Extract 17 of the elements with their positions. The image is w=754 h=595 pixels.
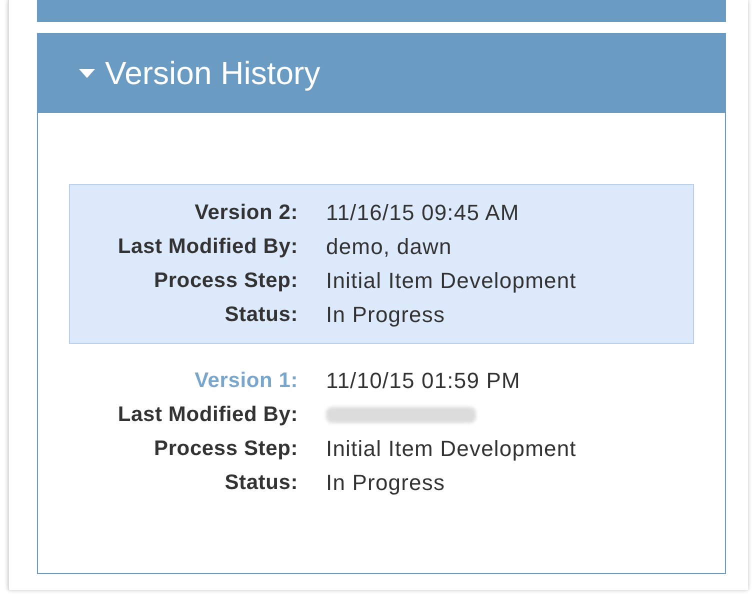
field-value: 11/10/15 01:59 PM bbox=[326, 368, 520, 394]
field-value: 11/16/15 09:45 AM bbox=[326, 200, 520, 226]
field-value: In Progress bbox=[326, 302, 446, 328]
version-label: Version 2: bbox=[194, 201, 298, 225]
version-card[interactable]: Version 1: 11/10/15 01:59 PM Last Modified By: Process Step: Initial Item Development Status: In Progress bbox=[69, 352, 694, 512]
field-label: Status: bbox=[224, 303, 298, 327]
field-label: Process Step: bbox=[153, 269, 298, 293]
field-value: Initial Item Development bbox=[326, 268, 576, 294]
selected-version-card[interactable]: Version 2: 11/16/15 09:45 AM Last Modified By: demo, dawn Process Step: Initial Item Development Status: In Progress bbox=[69, 184, 694, 344]
field-label: Last Modified By: bbox=[116, 403, 298, 427]
caret-icon bbox=[79, 68, 95, 78]
field-value: Initial Item Development bbox=[326, 436, 576, 462]
field-label: Process Step: bbox=[153, 437, 298, 461]
field-label: Last Modified By: bbox=[116, 235, 298, 259]
field-value: In Progress bbox=[326, 470, 446, 496]
field-label: Status: bbox=[224, 471, 298, 495]
field-value: demo, dawn bbox=[326, 234, 452, 260]
